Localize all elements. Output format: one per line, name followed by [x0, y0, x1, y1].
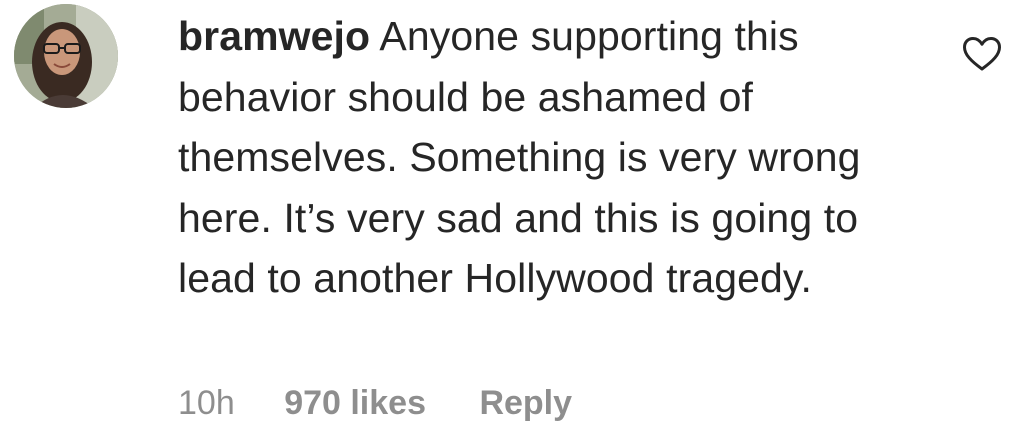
avatar[interactable]: [14, 4, 118, 108]
comment-timestamp[interactable]: 10h: [178, 384, 235, 422]
comment-meta: 10h 970 likes Reply: [178, 384, 572, 423]
comment-body: bramwejo Anyone supporting this behavior…: [178, 6, 918, 309]
avatar-image: [14, 4, 118, 108]
comment-username[interactable]: bramwejo: [178, 13, 370, 59]
comment-like-count[interactable]: 970 likes: [284, 384, 426, 422]
reply-button[interactable]: Reply: [479, 384, 572, 422]
heart-outline-icon[interactable]: [962, 36, 1002, 72]
comment-item: bramwejo Anyone supporting this behavior…: [0, 0, 1024, 435]
